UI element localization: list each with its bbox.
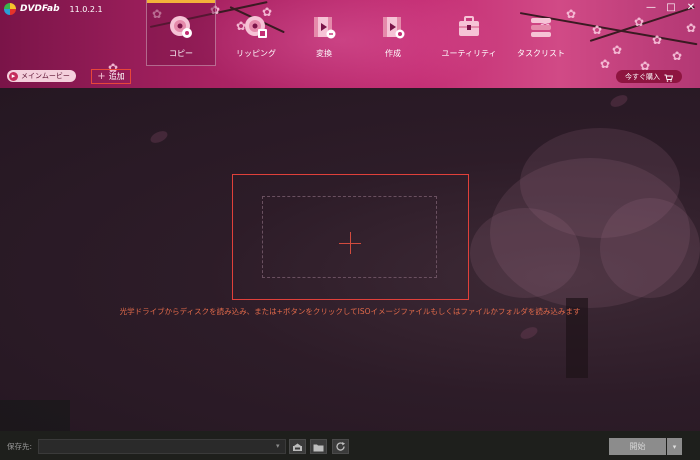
tab-convert-label: 変換: [316, 49, 332, 58]
add-button-label: 追加: [108, 72, 125, 81]
tab-ripping[interactable]: リッピング: [216, 0, 296, 66]
blossom-flower: ✿: [634, 15, 645, 29]
tab-utility-label: ユーティリティ: [441, 49, 497, 58]
buy-now-button[interactable]: 今すぐ購入: [616, 70, 682, 83]
tab-tasklist-label: タスクリスト: [517, 49, 565, 58]
iso-output-button[interactable]: [289, 439, 306, 454]
main-movie-label: メインムービー: [21, 72, 70, 80]
main-movie-icon: ▸: [9, 71, 18, 81]
window-controls: — □ ✕: [646, 2, 696, 13]
close-icon[interactable]: ✕: [686, 2, 696, 13]
main-nav: コピー リッピング 変換 作成 ユーティリティ タスクリスト: [146, 0, 578, 66]
blossom-flower: ✿: [686, 21, 697, 35]
ripping-disc-icon: [243, 14, 269, 40]
tab-utility[interactable]: ユーティリティ: [434, 0, 504, 66]
cart-icon: [664, 67, 674, 86]
iso-disc-icon: [292, 437, 303, 456]
background-tree: [600, 198, 700, 298]
tab-create-label: 作成: [385, 49, 401, 58]
save-to-label: 保存先:: [7, 442, 33, 451]
folder-icon: [313, 437, 324, 456]
blossom-flower: ✿: [652, 33, 663, 47]
background-shade: [0, 400, 70, 431]
blossom-flower: ✿: [592, 23, 603, 37]
tab-copy[interactable]: コピー: [146, 0, 216, 66]
logo-text: DVDFab: [20, 4, 60, 14]
add-button[interactable]: + 追加: [91, 69, 131, 84]
refresh-button[interactable]: [332, 439, 349, 454]
bottom-bar: 保存先: ▾ 開始 ▾: [0, 431, 700, 460]
browse-folder-button[interactable]: [310, 439, 327, 454]
tab-create[interactable]: 作成: [352, 0, 434, 66]
buy-now-label: 今すぐ購入: [625, 72, 660, 81]
blossom-flower: ✿: [612, 43, 623, 57]
tab-tasklist[interactable]: タスクリスト: [504, 0, 578, 66]
main-movie-button[interactable]: ▸ メインムービー: [7, 70, 76, 82]
blossom-flower: ✿: [600, 57, 611, 71]
convert-film-icon: [311, 14, 337, 40]
utility-toolbox-icon: [456, 14, 482, 40]
start-options-dropdown[interactable]: ▾: [667, 438, 682, 455]
save-path-input[interactable]: [38, 439, 286, 454]
save-path-dropdown-icon[interactable]: ▾: [276, 442, 280, 450]
maximize-icon[interactable]: □: [666, 2, 676, 13]
dvdfab-logo-icon: [4, 3, 16, 15]
tab-ripping-label: リッピング: [236, 49, 276, 58]
copy-disc-icon: [168, 14, 194, 40]
blossom-flower: ✿: [672, 49, 683, 63]
tasklist-icon: [528, 14, 554, 40]
background-petal: [148, 128, 170, 146]
refresh-icon: [335, 437, 346, 456]
chevron-down-icon: ▾: [672, 442, 677, 451]
start-button[interactable]: 開始: [609, 438, 666, 455]
tab-convert[interactable]: 変換: [296, 0, 352, 66]
app-version: 11.0.2.1: [69, 4, 103, 14]
background-petal: [608, 92, 630, 110]
background-petal: [518, 324, 540, 342]
background-tree: [470, 208, 580, 298]
header: ✿ ✿ ✿ ✿ ✿ ✿ ✿ ✿ ✿ ✿ ✿ ✿ ✿ ✿ ✿ ✿ DVDFab 1…: [0, 0, 700, 88]
main-area: 光学ドライブからディスクを読み込み、または+ボタンをクリックしてISOイメージフ…: [0, 88, 700, 431]
instruction-text: 光学ドライブからディスクを読み込み、または+ボタンをクリックしてISOイメージフ…: [119, 307, 581, 316]
app-logo: DVDFab 11.0.2.1: [4, 3, 103, 15]
add-source-plus-icon-vertical[interactable]: [350, 232, 351, 254]
create-film-icon: [380, 14, 406, 40]
app-window: ✿ ✿ ✿ ✿ ✿ ✿ ✿ ✿ ✿ ✿ ✿ ✿ ✿ ✿ ✿ ✿ DVDFab 1…: [0, 0, 700, 460]
minimize-icon[interactable]: —: [646, 2, 656, 13]
plus-icon: +: [97, 70, 106, 82]
tab-copy-label: コピー: [169, 49, 193, 58]
